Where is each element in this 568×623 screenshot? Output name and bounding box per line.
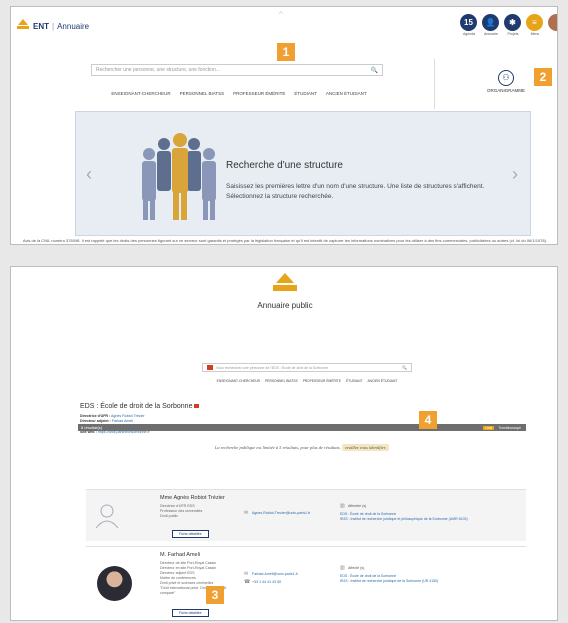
affectations: EDS : École de droit de la Sorbonne IRJS… xyxy=(340,574,520,584)
people-illustration xyxy=(142,133,216,220)
annuaire-label: Annuaire xyxy=(57,21,90,31)
result-card: M. Farhad Ameli Directeur de site Port-R… xyxy=(86,546,526,620)
public-note: La recherche publique est limitée à 5 ré… xyxy=(78,444,526,451)
public-search-input[interactable]: Vous recherchez une personne de l'EDS : … xyxy=(202,363,412,372)
flag-icon xyxy=(194,404,200,408)
menu-button[interactable]: ≡ Menu xyxy=(526,14,544,36)
details-button[interactable]: Fiche détaillée xyxy=(172,530,209,538)
scroll-up-icon[interactable]: ^ xyxy=(279,10,283,19)
person-email[interactable]: Agnes.Robiot-Trezier@univ-paris1.fr xyxy=(252,511,310,515)
avatar-placeholder-icon xyxy=(95,504,119,528)
search-input[interactable]: Rechercher une personne, une structure, … xyxy=(91,64,383,76)
page-title: Annuaire public xyxy=(257,301,313,310)
menu-label: Menu xyxy=(530,32,540,36)
affectations: EDS : École de droit de la Sorbonne IRJS… xyxy=(340,512,520,522)
building-icon: ▥ xyxy=(340,565,345,571)
nav-enseignant[interactable]: ENSEIGNANT-CHERCHEUR xyxy=(111,91,170,96)
affectation-title: Affectée (s) xyxy=(348,504,367,508)
person-email[interactable]: Farhad.Ameli@univ-paris1.fr xyxy=(252,572,298,576)
carousel: ‹ › Recherche d'une structure Saisissez … xyxy=(75,111,531,236)
affectation-title: Affecté (s) xyxy=(348,566,365,570)
people-icon: 👤 xyxy=(482,14,499,31)
divider xyxy=(434,59,435,109)
pantheon-logo-icon xyxy=(16,17,30,35)
organigramme-button[interactable]: ⚇ ORGANIGRAMME xyxy=(476,67,536,93)
nav-enseignant[interactable]: ENSEIGNANT-CHERCHEUR xyxy=(217,379,260,383)
annuaire-public-panel: Annuaire public Vous recherchez une pers… xyxy=(10,266,558,621)
annuaire-icon-label: Annuaire xyxy=(483,32,498,36)
public-search-value: Vous recherchez une personne de l'EDS : … xyxy=(216,365,328,370)
ent-logo[interactable]: ENT | Annuaire xyxy=(16,17,89,35)
cnil-notice: Avis de la CNIL numéro 376098. Il est ra… xyxy=(22,238,548,243)
person-phone[interactable]: +33 1 44 41 43 50 xyxy=(252,580,281,584)
callout-2: 2 xyxy=(534,68,552,86)
affectation-link[interactable]: IRJS : Institut de recherche juridique d… xyxy=(340,579,520,584)
pantheon-logo-icon xyxy=(273,273,297,291)
organigramme-icon: ⚇ xyxy=(498,70,514,86)
annuaire-panel: ENT | Annuaire ^ 15 Agenda 👤 Annuaire ✱ Pro… xyxy=(10,6,558,245)
person-name: M. Farhad Ameli xyxy=(160,552,201,558)
projects-icon: ✱ xyxy=(504,14,521,31)
projets-button[interactable]: ✱ Projets xyxy=(504,14,522,36)
details-button[interactable]: Fiche détaillée xyxy=(172,609,209,617)
person-details: Directrice d'UFR EDS Professeur des univ… xyxy=(160,504,202,519)
callout-3: 3 xyxy=(206,586,224,604)
menu-icon: ≡ xyxy=(526,14,543,31)
person-name: Mme Agnès Robiot Trézier xyxy=(160,495,225,501)
agenda-button[interactable]: 15 Agenda xyxy=(460,14,478,36)
nav-emerite[interactable]: PROFESSEUR ÉMÉRITE xyxy=(233,91,285,96)
nav-etudiant[interactable]: ÉTUDIANT xyxy=(346,379,363,383)
search-placeholder: Rechercher une personne, une structure, … xyxy=(96,67,220,73)
category-nav: ENSEIGNANT-CHERCHEUR PERSONNEL BIATSS PR… xyxy=(89,91,389,96)
affectation-link[interactable]: IRJS : Institut de recherche juridique e… xyxy=(340,517,520,522)
projets-label: Projets xyxy=(507,32,519,36)
nav-biatss[interactable]: PERSONNEL BIATSS xyxy=(265,379,298,383)
user-avatar[interactable] xyxy=(548,14,557,31)
person-line: Droit public xyxy=(160,514,178,518)
nav-ancien[interactable]: ANCIEN ÉTUDIANT xyxy=(367,379,397,383)
agenda-label: Agenda xyxy=(462,32,476,36)
search-icon[interactable]: 🔍 xyxy=(371,67,378,74)
results-count: 8 résultat(s) xyxy=(81,425,103,430)
calendar-icon: 15 xyxy=(460,14,477,31)
ent-label: ENT xyxy=(33,21,49,31)
phone-icon: ☎ xyxy=(244,579,251,585)
public-category-nav: ENSEIGNANT-CHERCHEUR PERSONNEL BIATSS PR… xyxy=(202,379,412,383)
public-note-text: La recherche publique est limitée à 5 ré… xyxy=(214,445,341,450)
building-icon: ▥ xyxy=(340,503,345,509)
callout-1: 1 xyxy=(277,43,295,61)
carousel-next-icon[interactable]: › xyxy=(512,164,518,185)
email-icon: ✉ xyxy=(244,571,249,577)
nav-biatss[interactable]: PERSONNEL BIATSS xyxy=(180,91,225,96)
carousel-prev-icon[interactable]: ‹ xyxy=(86,164,92,185)
login-link[interactable]: veuillez vous identifier. xyxy=(341,444,390,451)
carousel-title: Recherche d'une structure xyxy=(226,160,343,171)
search-icon[interactable]: 🔍 xyxy=(402,365,407,370)
export-group: Liste Trombinoscope xyxy=(483,425,523,430)
trombinoscope-button[interactable]: Trombinoscope xyxy=(496,426,523,430)
nav-emerite[interactable]: PROFESSEUR ÉMÉRITE xyxy=(303,379,341,383)
header-separator: | xyxy=(52,21,55,31)
nav-etudiant[interactable]: ÉTUDIANT xyxy=(294,91,317,96)
nav-ancien[interactable]: ANCIEN ÉTUDIANT xyxy=(326,91,367,96)
organigramme-label: ORGANIGRAMME xyxy=(486,88,525,93)
results-count-bar: 8 résultat(s) Liste Trombinoscope xyxy=(78,424,526,431)
callout-4: 4 xyxy=(419,411,437,429)
flag-icon xyxy=(207,365,213,370)
annuaire-button[interactable]: 👤 Annuaire xyxy=(482,14,500,36)
list-button[interactable]: Liste xyxy=(483,425,495,430)
carousel-text: Saisissez les premières lettre d'un nom … xyxy=(226,183,485,200)
email-icon: ✉ xyxy=(244,510,249,516)
result-card: Mme Agnès Robiot Trézier Directrice d'UF… xyxy=(86,489,526,541)
structure-title: EDS : École de droit de la Sorbonne xyxy=(80,403,200,410)
person-photo xyxy=(97,566,132,601)
